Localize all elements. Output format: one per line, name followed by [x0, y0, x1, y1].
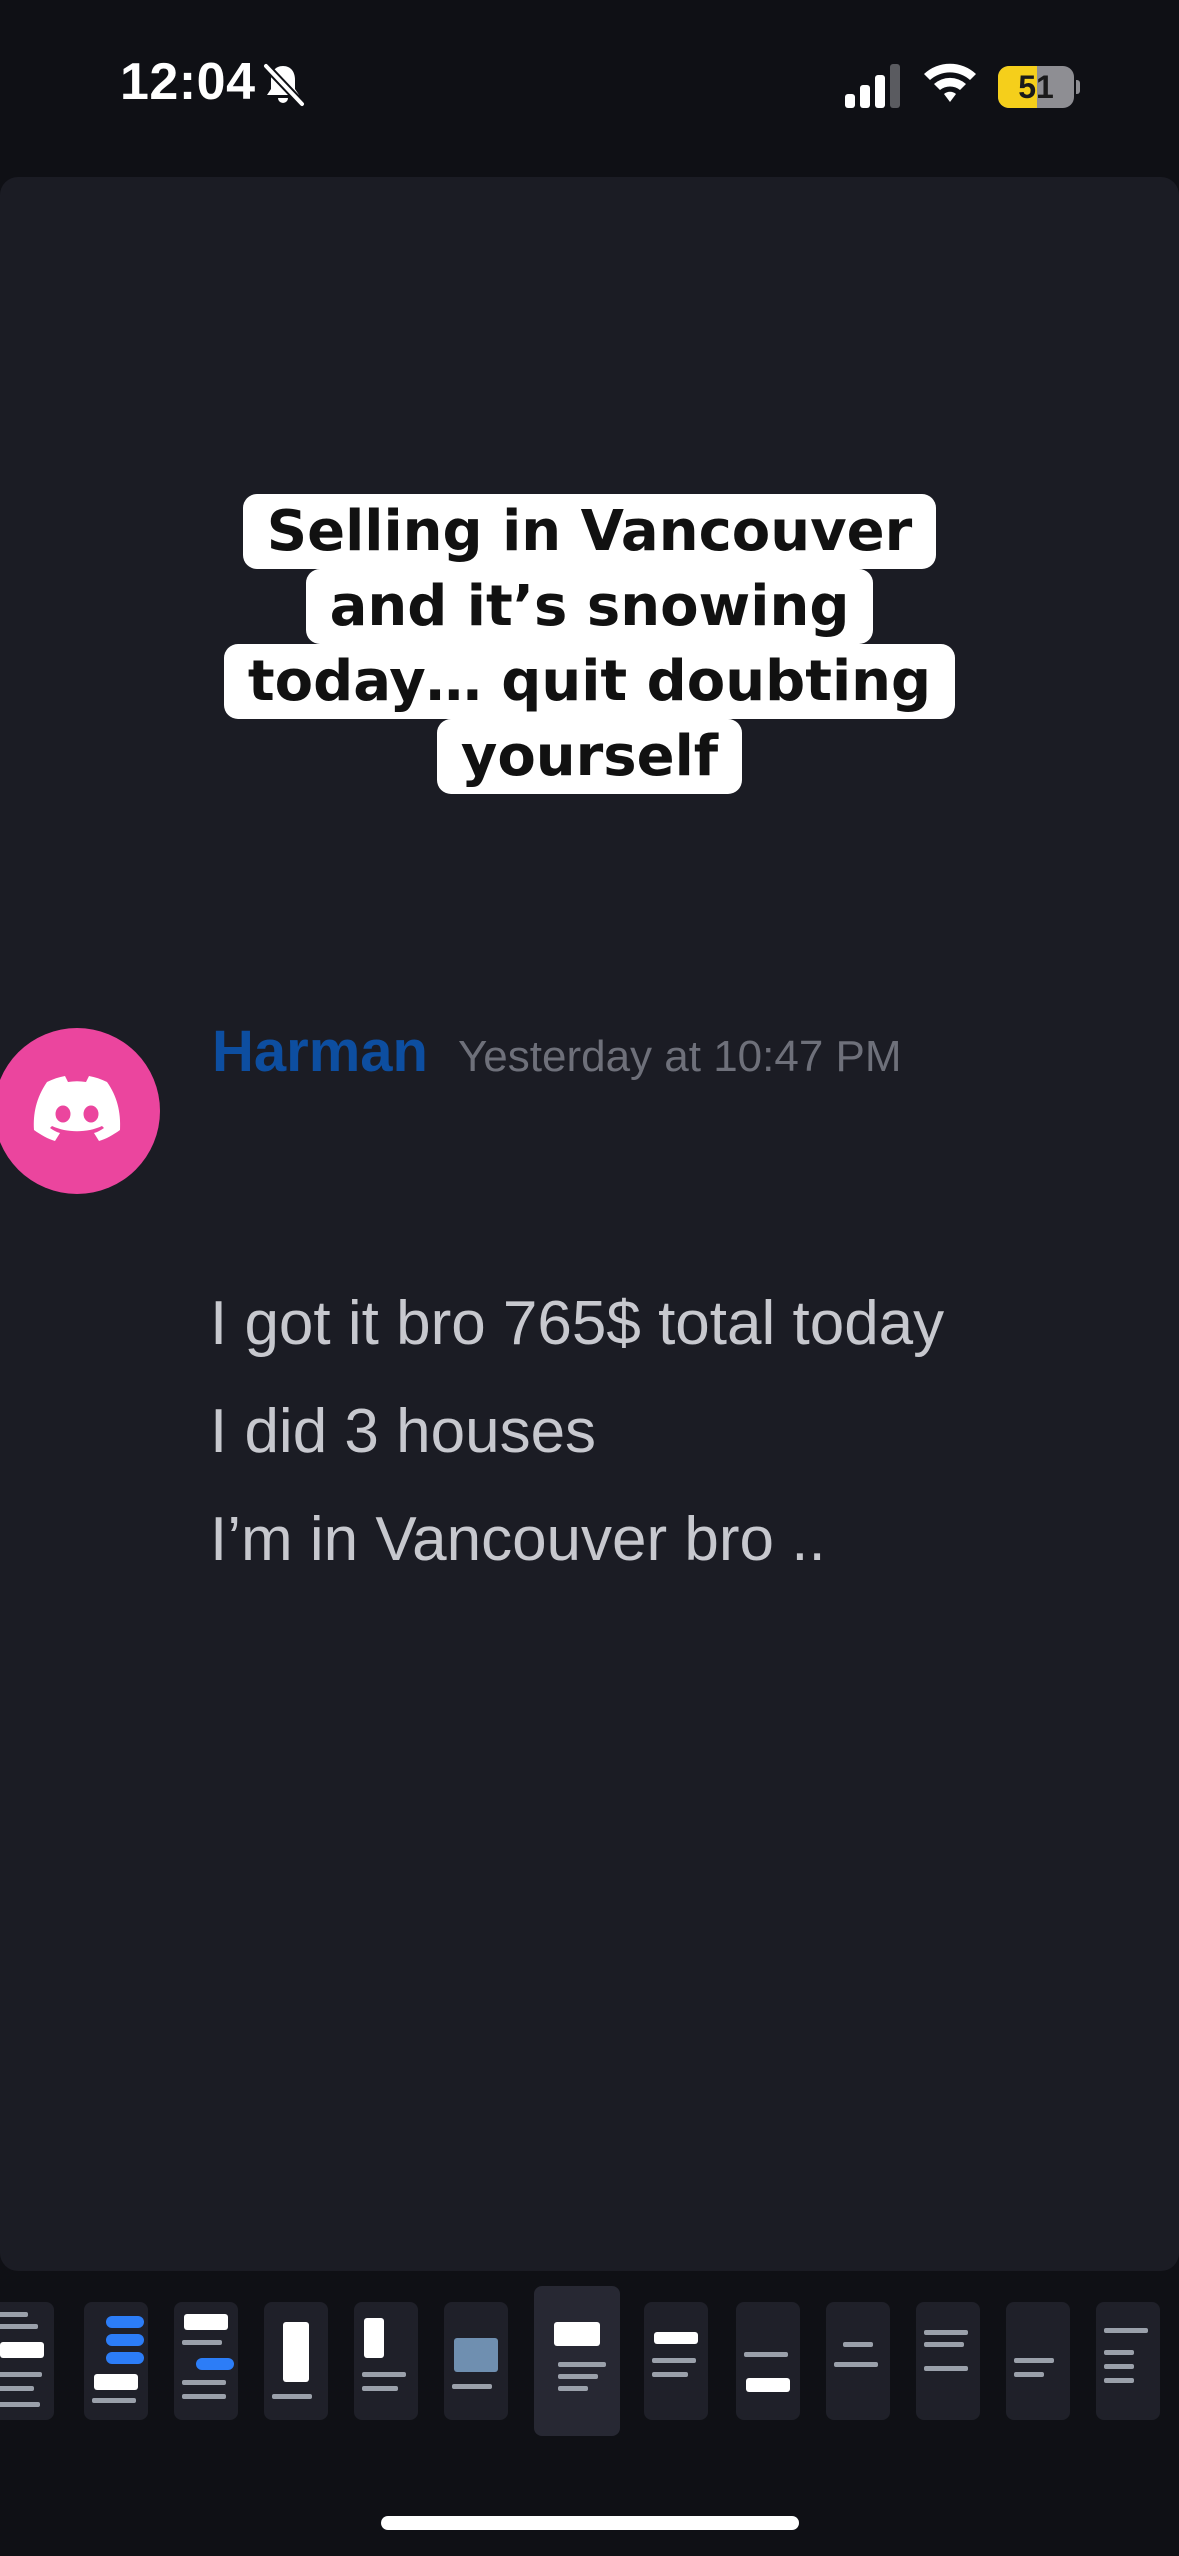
wifi-icon	[924, 63, 976, 102]
thumbnail[interactable]	[84, 2302, 148, 2420]
thumbnail[interactable]	[1006, 2302, 1070, 2420]
thumbnail[interactable]	[916, 2302, 980, 2420]
caption-line: Selling in Vancouver	[242, 494, 937, 569]
thumbnail[interactable]	[826, 2302, 890, 2420]
status-time: 12:04	[120, 53, 256, 111]
thumbnail-strip[interactable]	[0, 2280, 1179, 2440]
caption-line: today… quit doubting	[223, 644, 956, 719]
caption-line: yourself	[436, 719, 743, 794]
message-line: I’m in Vancouver bro ..	[210, 1505, 826, 1574]
status-bar: 12:04 51	[0, 0, 1179, 175]
bell-slash-icon	[263, 63, 305, 107]
signal-icon	[845, 64, 900, 108]
avatar	[0, 1028, 160, 1194]
discord-logo-icon	[33, 1076, 121, 1141]
thumbnail[interactable]	[354, 2302, 418, 2420]
message-line: I got it bro 765$ total today	[210, 1289, 945, 1358]
story-preview[interactable]	[0, 177, 1179, 2271]
message-header: Harman Yesterday at 10:47 PM	[212, 1018, 902, 1085]
battery-level: 51	[1018, 69, 1054, 105]
thumbnail[interactable]	[264, 2302, 328, 2420]
thumbnail[interactable]	[444, 2302, 508, 2420]
thumbnail[interactable]	[644, 2302, 708, 2420]
thumbnail[interactable]	[0, 2302, 54, 2420]
thumbnail[interactable]	[736, 2302, 800, 2420]
username: Harman	[212, 1019, 428, 1084]
thumbnail-selected[interactable]	[534, 2286, 620, 2436]
thumbnail[interactable]	[174, 2302, 238, 2420]
battery-icon: 51	[998, 66, 1080, 108]
caption-line: and it’s snowing	[305, 569, 874, 644]
caption-overlay: Selling in Vancouver and it’s snowing to…	[0, 494, 1179, 794]
thumbnail[interactable]	[1096, 2302, 1160, 2420]
message-timestamp: Yesterday at 10:47 PM	[457, 1032, 902, 1081]
message-line: I did 3 houses	[210, 1397, 597, 1466]
home-indicator[interactable]	[381, 2516, 799, 2530]
